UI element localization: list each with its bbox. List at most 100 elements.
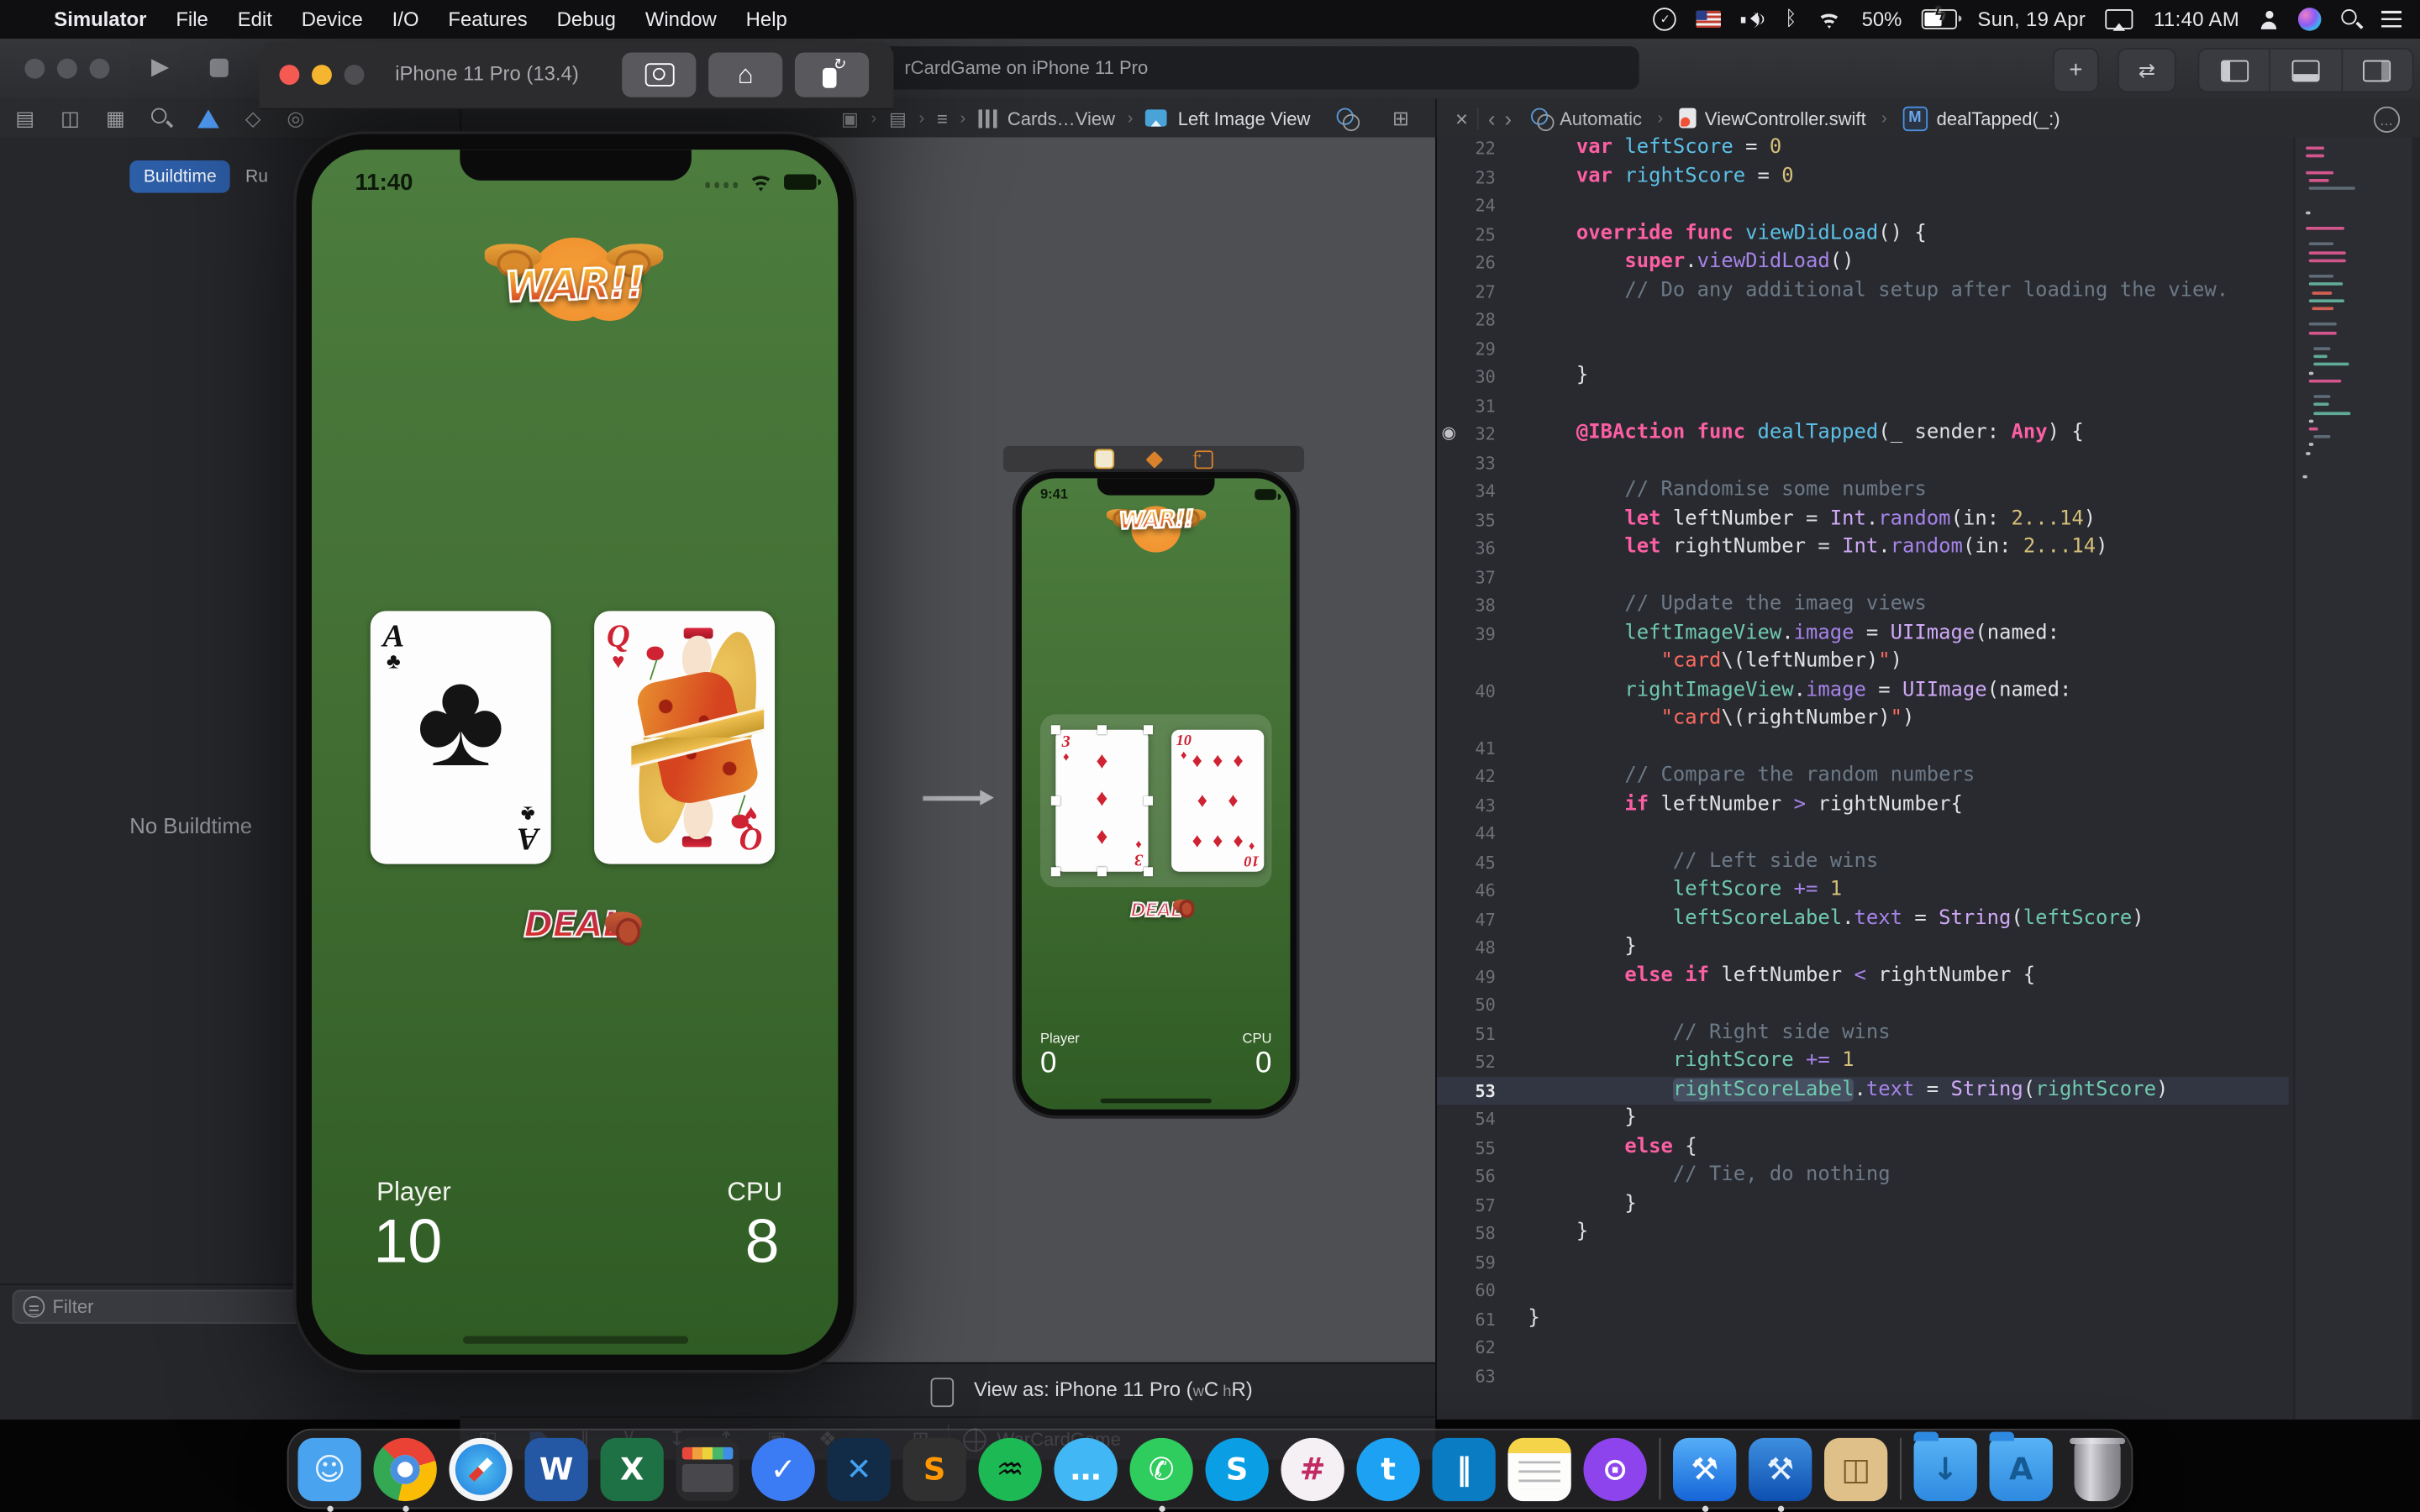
add-editor-button[interactable]: + [2053,48,2099,92]
related-items-icon[interactable] [1337,108,1357,129]
toggle-inspectors-button[interactable] [2343,50,2412,92]
toggle-debug-area-button[interactable] [2270,50,2342,92]
code-line-43[interactable]: 43 if leftNumber > rightNumber{ [1437,790,2289,819]
dock-downloads-folder[interactable]: ↓ [1914,1437,1977,1500]
menu-item-help[interactable]: Help [746,8,787,31]
dock-dev-x-app[interactable]: ✕ [827,1437,890,1500]
stop-button[interactable] [210,59,229,77]
screenshot-button[interactable] [622,52,696,97]
code-line-53[interactable]: 53 rightScoreLabel.text = String(rightSc… [1437,1076,2289,1105]
deal-button[interactable]: DEAL [513,906,636,961]
menu-item-features[interactable]: Features [448,8,527,31]
add-editor-split-icon[interactable]: ⊞ [1392,107,1409,131]
code-line-63[interactable]: 63 [1437,1362,2289,1390]
run-button[interactable]: ▶ [151,52,169,80]
jump-image-view[interactable]: Left Image View [1178,108,1311,129]
dock-messages[interactable]: … [1054,1437,1117,1500]
menu-item-edit[interactable]: Edit [238,8,272,31]
dock-twitter[interactable]: t [1356,1437,1419,1500]
sim-close-button[interactable] [279,65,299,85]
dock-check-app[interactable]: ✓ [751,1437,814,1500]
code-line-37[interactable]: 37 [1437,562,2289,591]
code-line-46[interactable]: 46 leftScore += 1 [1437,876,2289,905]
volume-icon[interactable] [1742,11,1765,28]
view-controller-icon[interactable] [1094,449,1114,469]
code-line-44[interactable]: 44 [1437,819,2289,848]
first-responder-icon[interactable] [1145,450,1163,468]
siri-icon[interactable] [2298,8,2322,31]
view-as-label[interactable]: View as: iPhone 11 Pro (wC hR) [974,1378,1253,1401]
menu-item-file[interactable]: File [176,8,208,31]
code-line-35[interactable]: 35 let leftNumber = Int.random(in: 2...1… [1437,506,2289,534]
dock-podcasts[interactable]: ⊙ [1583,1437,1646,1500]
code-line-23[interactable]: 23 var rightScore = 0 [1437,163,2289,192]
code-line-38[interactable]: 38 // Update the imaeg views [1437,591,2289,619]
dock-slack[interactable]: # [1281,1437,1344,1500]
menu-item-io[interactable]: I/O [392,8,419,31]
dock-final-cut-pro[interactable] [676,1437,739,1500]
issue-navigator-icon[interactable] [197,108,219,127]
jump-stack-view[interactable]: Cards…View [1007,108,1115,129]
fast-user-switch-icon[interactable] [2260,10,2278,29]
code-line-wrap[interactable]: "card\(rightNumber)") [1437,705,2289,733]
dock-xcode[interactable]: ⚒ [1673,1437,1736,1500]
dock-notes[interactable] [1507,1437,1570,1500]
dock-whatsapp[interactable]: ✆ [1129,1437,1192,1500]
code-line-30[interactable]: 30 } [1437,363,2289,391]
rotate-button[interactable] [795,52,869,97]
code-line-27[interactable]: 27 // Do any additional setup after load… [1437,277,2289,306]
code-line-56[interactable]: 56 // Tie, do nothing [1437,1162,2289,1190]
exit-segue-icon[interactable] [1195,449,1213,468]
dock-excel[interactable]: X [600,1437,663,1500]
menu-item-debug[interactable]: Debug [557,8,616,31]
code-line-55[interactable]: 55 else { [1437,1133,2289,1162]
code-line-59[interactable]: 59 [1437,1247,2289,1276]
source-control-icon[interactable]: ◫ [60,106,80,130]
simulator-title-bar[interactable]: iPhone 11 Pro (13.4) ⌂ [260,42,894,110]
dock-sublime-text[interactable]: S [902,1437,965,1500]
code-line-40[interactable]: 40 rightImageView.image = UIImage(named: [1437,676,2289,705]
code-line-60[interactable]: 60 [1437,1276,2289,1305]
code-line-25[interactable]: 25 override func viewDidLoad() { [1437,220,2289,249]
tab-buildtime[interactable]: Buildtime [129,160,230,193]
code-line-24[interactable]: 24 [1437,192,2289,220]
code-line-42[interactable]: 42 // Compare the random numbers [1437,762,2289,790]
code-line-54[interactable]: 54 } [1437,1105,2289,1133]
counterparts-icon[interactable] [1530,108,1550,129]
sim-minimize-button[interactable] [312,65,332,85]
code-line-49[interactable]: 49 else if leftNumber < rightNumber { [1437,962,2289,990]
dock-applications-folder[interactable]: A [1990,1437,2053,1500]
code-line-62[interactable]: 62 [1437,1333,2289,1362]
project-navigator-icon[interactable]: ▤ [15,106,34,130]
ib-device-preview[interactable]: 9:41 WAR!! 3♦ 3♦ ♦♦♦ [1013,469,1300,1118]
code-line-57[interactable]: 57 } [1437,1190,2289,1219]
toggle-navigator-button[interactable] [2199,50,2270,92]
code-review-icon[interactable]: … [2374,107,2400,133]
code-line-45[interactable]: 45 // Left side wins [1437,848,2289,876]
menu-date[interactable]: Sun, 19 Apr [1977,8,2086,31]
dock-safari[interactable] [449,1437,512,1500]
code-line-51[interactable]: 51 // Right side wins [1437,1019,2289,1047]
code-line-52[interactable]: 52 rightScore += 1 [1437,1047,2289,1076]
breadcrumb-scope[interactable]: Automatic [1560,108,1642,129]
screen-mirroring-icon[interactable] [2106,9,2133,29]
dock-word[interactable]: W [524,1437,587,1500]
window-close-button[interactable] [24,59,45,79]
battery-charging-icon[interactable]: ϟ [1922,9,1957,29]
ib-card-3-diamonds[interactable]: 3♦ 3♦ ♦♦♦ [1055,730,1148,872]
input-source-flag-icon[interactable] [1697,11,1721,28]
code-line-34[interactable]: 34 // Randomise some numbers [1437,477,2289,506]
test-navigator-icon[interactable]: ◇ [245,106,260,130]
code-line-31[interactable]: 31 [1437,391,2289,420]
dock-finder[interactable]: ☺ [297,1437,360,1500]
dock-skype[interactable]: S [1205,1437,1268,1500]
code-line-61[interactable]: 61} [1437,1305,2289,1333]
code-line-22[interactable]: 22 var leftScore = 0 [1437,134,2289,163]
code-line-48[interactable]: 48 } [1437,933,2289,962]
menu-item-window[interactable]: Window [645,8,717,31]
breadcrumb-symbol[interactable]: dealTapped(_:) [1937,108,2060,129]
bluetooth-icon[interactable]: ᛒ [1785,9,1797,29]
ib-deal-button[interactable]: DEAL [1122,896,1190,924]
dock-xcode-beta[interactable]: ⚒ [1749,1437,1812,1500]
dock-trash[interactable] [2065,1437,2128,1500]
